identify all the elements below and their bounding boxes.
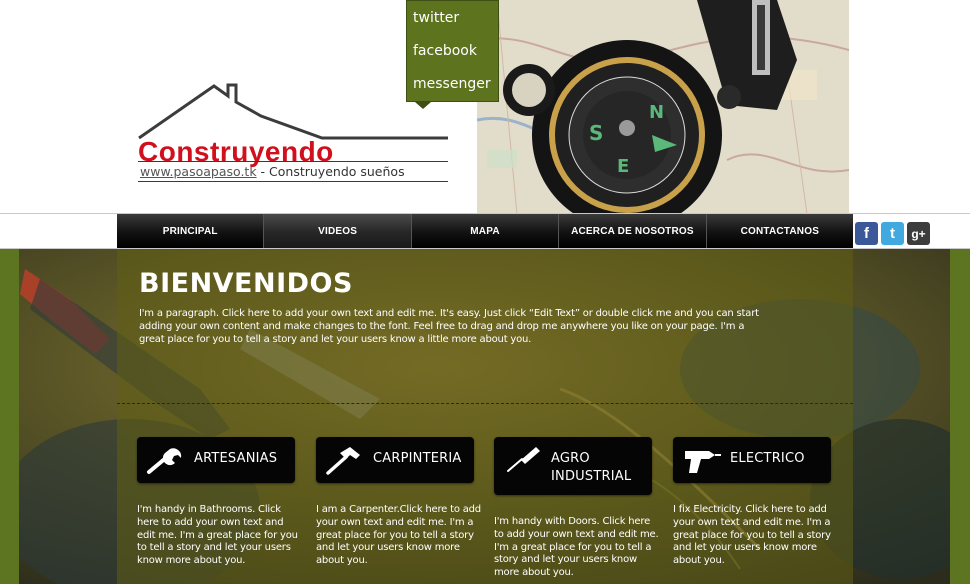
drill-icon (685, 451, 721, 473)
service-artesanias: ARTESANIAS I'm handy in Bathrooms. Click… (137, 437, 298, 566)
logo-rule (138, 161, 448, 162)
agro-industrial-button[interactable]: AGRO INDUSTRIAL (494, 437, 652, 495)
nav-item-contactanos[interactable]: CONTACTANOS (706, 214, 854, 248)
carpinteria-button[interactable]: CARPINTERIA (316, 437, 474, 483)
service-description: I fix Electricity. Click here to add you… (673, 504, 831, 567)
nav-item-principal[interactable]: PRINCIPAL (117, 214, 265, 248)
social-dropdown-menu: twitter facebook messenger (406, 0, 499, 109)
brand-tagline: www.pasoapaso.tk - Construyendo sueños (140, 164, 405, 179)
tagline-text: Construyendo sueños (269, 164, 405, 179)
service-agro-industrial: AGRO INDUSTRIAL I'm handy with Doors. Cl… (494, 437, 659, 578)
service-description: I'm handy in Bathrooms. Click here to ad… (137, 504, 298, 567)
nav-item-mapa[interactable]: MAPA (411, 214, 560, 248)
tagline-separator: - (256, 164, 270, 179)
electrico-button[interactable]: ELECTRICO (673, 437, 831, 483)
hammer-icon (326, 447, 360, 475)
wrench-icon (147, 448, 182, 474)
service-label: CARPINTERIA (373, 451, 462, 466)
facebook-icon[interactable]: f (855, 222, 878, 245)
service-carpinteria: CARPINTERIA I am a Carpenter.Click here … (316, 437, 481, 566)
brand-url[interactable]: www.pasoapaso.tk (140, 164, 257, 179)
service-description: I am a Carpenter.Click here to add your … (316, 504, 481, 567)
social-link-messenger[interactable]: messenger (413, 76, 491, 92)
dropdown-arrow (415, 102, 431, 109)
left-accent-strip (0, 249, 19, 584)
social-icon-bar: f t g+ (855, 222, 930, 245)
main-navigation: PRINCIPAL VIDEOS MAPA ACERCA DE NOSOTROS… (117, 214, 854, 248)
nav-item-videos[interactable]: VIDEOS (264, 214, 412, 248)
logo-rule-bottom (138, 181, 448, 182)
social-link-twitter[interactable]: twitter (413, 10, 459, 26)
welcome-heading: BIENVENIDOS (139, 268, 353, 299)
svg-text:E: E (617, 156, 629, 177)
artesanias-button[interactable]: ARTESANIAS (137, 437, 295, 483)
section-divider (117, 403, 853, 404)
service-electrico: ELECTRICO I fix Electricity. Click here … (673, 437, 831, 566)
service-label: AGRO INDUSTRIAL (551, 451, 632, 484)
svg-text:N: N (649, 102, 664, 123)
service-label: ELECTRICO (730, 451, 805, 466)
google-plus-icon[interactable]: g+ (907, 222, 930, 245)
nav-item-acerca-de-nosotros[interactable]: ACERCA DE NOSOTROS (559, 214, 707, 248)
service-label: ARTESANIAS (194, 451, 278, 466)
compass-map-image: S N E (477, 0, 849, 214)
welcome-paragraph: I'm a paragraph. Click here to add your … (139, 308, 759, 345)
service-description: I'm handy with Doors. Click here to add … (494, 516, 659, 579)
twitter-icon[interactable]: t (881, 222, 904, 245)
social-link-facebook[interactable]: facebook (413, 43, 477, 59)
svg-text:S: S (589, 121, 603, 145)
right-accent-strip (950, 249, 970, 584)
screwdriver-icon (507, 447, 540, 472)
